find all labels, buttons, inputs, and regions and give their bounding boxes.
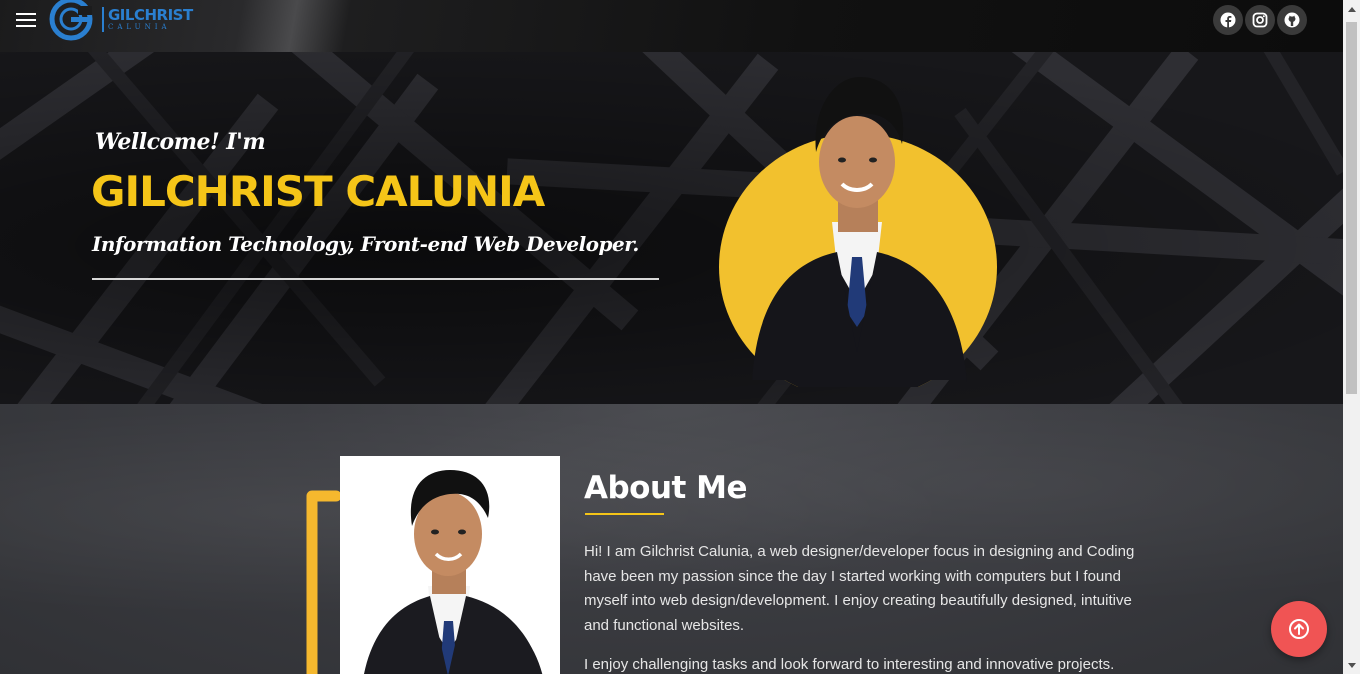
arrow-up-circle-icon <box>1289 619 1309 639</box>
back-to-top-button[interactable] <box>1271 601 1327 657</box>
hero-name-heading: GILCHRIST CALUNIA <box>91 167 545 216</box>
instagram-icon <box>1252 12 1268 28</box>
about-paragraph-2: I enjoy challenging tasks and look forwa… <box>584 656 1115 673</box>
page-scrollbar[interactable] <box>1343 0 1360 674</box>
hero-role-text: Information Technology, Front-end Web De… <box>92 232 639 256</box>
facebook-link[interactable] <box>1213 5 1243 35</box>
github-icon <box>1284 12 1300 28</box>
hero-divider-line <box>92 278 659 280</box>
logo-g-icon <box>48 0 94 42</box>
menu-bar <box>16 19 36 21</box>
about-heading-underline <box>585 513 664 515</box>
about-heading: About Me <box>584 470 748 506</box>
logo-subtitle: CALUNIA <box>108 22 171 31</box>
social-links <box>1213 5 1307 35</box>
github-link[interactable] <box>1277 5 1307 35</box>
hero-shade-overlay <box>0 52 1343 404</box>
scroll-down-arrow-icon[interactable] <box>1343 657 1360 674</box>
hero-profile-photo <box>719 77 997 387</box>
logo-text: GILCHRIST CALUNIA <box>102 5 193 32</box>
menu-bar <box>16 25 36 27</box>
top-navbar: GILCHRIST CALUNIA <box>0 0 1343 52</box>
scrollbar-thumb[interactable] <box>1346 22 1357 394</box>
site-logo[interactable]: GILCHRIST CALUNIA <box>48 0 193 42</box>
decorative-bracket-icon <box>306 490 340 674</box>
about-paragraph-1: Hi! I am Gilchrist Calunia, a web design… <box>584 543 1135 634</box>
facebook-icon <box>1220 12 1236 28</box>
scroll-up-arrow-icon[interactable] <box>1343 0 1360 17</box>
hero-welcome-text: Wellcome! I'm <box>95 129 266 155</box>
menu-bar <box>16 13 36 15</box>
hero-section: Wellcome! I'm GILCHRIST CALUNIA Informat… <box>0 52 1343 404</box>
logo-title: GILCHRIST <box>108 5 193 24</box>
about-section: About Me Hi! I am Gilchrist Calunia, a w… <box>0 404 1343 674</box>
about-profile-photo <box>340 456 560 674</box>
instagram-link[interactable] <box>1245 5 1275 35</box>
hamburger-menu-button[interactable] <box>16 13 36 29</box>
